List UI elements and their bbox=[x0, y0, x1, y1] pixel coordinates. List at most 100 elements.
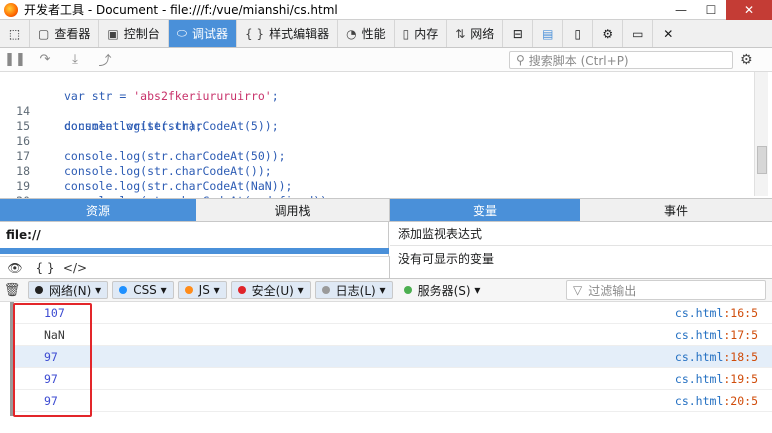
log-source-link[interactable]: cs.html:20:5 bbox=[675, 390, 758, 412]
tab-network[interactable]: ⇅ 网络 bbox=[447, 20, 504, 47]
code-line: 16 console.log(str.charCodeAt(50)); bbox=[0, 119, 760, 163]
console-message: 97 cs.html:18:5 bbox=[10, 346, 772, 368]
source-position: :16:5 bbox=[723, 306, 758, 320]
tab-label: 性能 bbox=[361, 27, 386, 41]
css-dot bbox=[119, 286, 128, 294]
security-dot bbox=[237, 286, 246, 294]
filter-label: CSS bbox=[133, 283, 157, 297]
logging-dot bbox=[321, 286, 330, 294]
log-source-link[interactable]: cs.html:18:5 bbox=[675, 346, 758, 368]
split-console-button[interactable]: ▤ bbox=[533, 20, 564, 47]
source-file: cs.html bbox=[674, 306, 724, 320]
log-source-link[interactable]: cs.html:16:5 bbox=[675, 302, 758, 324]
tab-style-editor[interactable]: { } 样式编辑器 bbox=[237, 20, 339, 47]
window-controls: — ☐ ✕ bbox=[666, 0, 772, 20]
server-dot bbox=[403, 286, 412, 294]
clear-console-icon[interactable]: 🗑 bbox=[0, 283, 24, 298]
search-icon: ⚲ bbox=[516, 53, 525, 67]
editor-scrollbar[interactable] bbox=[754, 72, 768, 196]
add-watch-expression[interactable]: 添加监视表达式 bbox=[390, 222, 772, 246]
network-dot bbox=[35, 286, 43, 294]
code-line: 19 console.log(str.charCodeAt(undefined)… bbox=[0, 164, 760, 208]
pause-button[interactable]: ❚❚ bbox=[0, 52, 30, 67]
dock-button[interactable]: ▭ bbox=[623, 20, 654, 47]
console-message: 107 cs.html:16:5 bbox=[10, 302, 772, 324]
console-message: 97 cs.html:19:5 bbox=[10, 368, 772, 390]
tab-sources[interactable]: 资源 bbox=[0, 199, 196, 221]
eye-icon[interactable]: 👁 bbox=[0, 261, 30, 275]
filter-output-input[interactable]: ▽ 过滤输出 bbox=[566, 280, 766, 300]
source-position: :18:5 bbox=[723, 350, 758, 364]
source-tree-item[interactable]: file:// bbox=[0, 222, 389, 248]
layout-toggle-button[interactable]: ⊟ bbox=[503, 20, 534, 47]
tab-label: 调试器 bbox=[191, 27, 228, 41]
log-source-link[interactable]: cs.html:19:5 bbox=[675, 368, 758, 390]
layout-icon: ⊟ bbox=[512, 26, 523, 41]
tab-inspector[interactable]: ▢ 查看器 bbox=[30, 20, 100, 47]
filter-label: 安全(U) bbox=[251, 283, 294, 298]
console-message: NaN cs.html:17:5 bbox=[10, 324, 772, 346]
window-title: 开发者工具 - Document - file:///f:/vue/miansh… bbox=[24, 3, 338, 17]
devtools-close-button[interactable]: ✕ bbox=[653, 20, 683, 47]
search-placeholder: 搜索脚本 (Ctrl+P) bbox=[528, 53, 629, 68]
scrollbar-thumb[interactable] bbox=[757, 146, 767, 174]
pick-element-button[interactable]: ⬚ bbox=[0, 20, 30, 47]
filter-js[interactable]: JS ▾ bbox=[177, 281, 227, 299]
code-line: 18 console.log(str.charCodeAt(NaN)); bbox=[0, 149, 760, 193]
close-icon: ✕ bbox=[663, 26, 674, 41]
tab-performance[interactable]: ◔ 性能 bbox=[338, 20, 395, 47]
debugger-icon: ⬭ bbox=[176, 26, 187, 40]
settings-button[interactable]: ⚙ bbox=[593, 20, 624, 47]
tab-label: 样式编辑器 bbox=[269, 27, 330, 41]
console-output: 107 cs.html:16:5 NaN cs.html:17:5 97 cs.… bbox=[0, 302, 772, 433]
code-line: 14 document.write(str); bbox=[0, 89, 760, 133]
tab-console[interactable]: ▣ 控制台 bbox=[99, 20, 169, 47]
code-line: 17 console.log(str.charCodeAt()); bbox=[0, 134, 760, 178]
no-variables-message: 没有可显示的变量 bbox=[398, 251, 495, 266]
tab-memory[interactable]: ▯ 内存 bbox=[395, 20, 448, 47]
log-source-link[interactable]: cs.html:17:5 bbox=[675, 324, 758, 346]
tab-call-stack[interactable]: 调用栈 bbox=[196, 199, 390, 221]
filter-label: JS bbox=[198, 283, 210, 297]
filter-css[interactable]: CSS ▾ bbox=[112, 281, 174, 299]
blackbox-button[interactable]: </> bbox=[60, 261, 90, 275]
filter-logging[interactable]: 日志(L) ▾ bbox=[314, 281, 393, 299]
script-search-input[interactable]: ⚲ 搜索脚本 (Ctrl+P) bbox=[509, 51, 733, 69]
filter-label: 网络(N) bbox=[49, 283, 92, 298]
source-file: cs.html bbox=[674, 328, 724, 342]
inspector-icon: ▢ bbox=[38, 26, 50, 41]
filter-label: 日志(L) bbox=[335, 283, 376, 298]
filter-server[interactable]: 服务器(S) ▾ bbox=[396, 281, 488, 299]
source-file: cs.html bbox=[674, 372, 724, 386]
gear-icon[interactable]: ⚙ bbox=[740, 52, 753, 68]
pretty-print-button[interactable]: { } bbox=[30, 261, 60, 275]
filter-security[interactable]: 安全(U) ▾ bbox=[230, 281, 311, 299]
tab-label: 网络 bbox=[470, 27, 495, 41]
dock-icon: ▭ bbox=[632, 26, 644, 41]
performance-icon: ◔ bbox=[346, 26, 357, 41]
memory-icon: ▯ bbox=[402, 26, 410, 41]
minimize-button[interactable]: — bbox=[666, 0, 696, 20]
tab-events[interactable]: 事件 bbox=[580, 199, 772, 221]
highlight-annotation-box bbox=[13, 303, 92, 417]
responsive-mode-button[interactable]: ▯ bbox=[563, 20, 594, 47]
console-icon: ▣ bbox=[107, 26, 119, 41]
source-file: cs.html bbox=[674, 394, 724, 408]
close-button[interactable]: ✕ bbox=[726, 0, 772, 20]
filter-network[interactable]: 网络(N) ▾ bbox=[28, 281, 109, 299]
variables-panel: 添加监视表达式 没有可显示的变量 bbox=[390, 222, 772, 270]
tab-variables[interactable]: 变量 bbox=[390, 199, 580, 221]
code-line: 20 bbox=[0, 179, 760, 208]
source-position: :19:5 bbox=[723, 372, 758, 386]
maximize-button[interactable]: ☐ bbox=[696, 0, 726, 20]
step-over-button[interactable]: ↷ bbox=[30, 52, 60, 67]
filter-placeholder: 过滤输出 bbox=[588, 283, 637, 298]
tab-debugger[interactable]: ⬭ 调试器 bbox=[168, 20, 237, 47]
step-out-button[interactable]: ⤴ bbox=[90, 50, 120, 69]
filter-icon: ▽ bbox=[573, 283, 583, 297]
code-editor[interactable]: var str = 'abs2fkeriururuirro'; 14 docum… bbox=[0, 72, 772, 208]
step-in-button[interactable]: ⤓ bbox=[60, 52, 90, 67]
title-bar: 开发者工具 - Document - file:///f:/vue/miansh… bbox=[0, 0, 772, 20]
js-dot bbox=[184, 286, 193, 294]
network-icon: ⇅ bbox=[455, 26, 466, 41]
